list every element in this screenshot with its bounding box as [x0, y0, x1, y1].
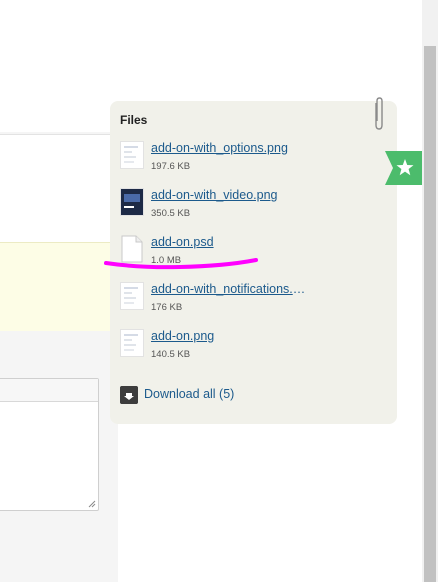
file-item: add-on-with_options.png 197.6 KB	[120, 141, 390, 181]
right-gutter	[397, 0, 422, 582]
file-item: add-on-with_video.png 350.5 KB	[120, 188, 390, 228]
textarea-toolbar	[0, 379, 98, 402]
image-thumbnail[interactable]	[120, 141, 144, 169]
file-item: add-on-with_notifications.png 176 KB	[120, 282, 390, 322]
star-icon[interactable]	[385, 151, 422, 185]
file-size: 350.5 KB	[151, 208, 191, 219]
files-title: Files	[120, 113, 148, 127]
file-link[interactable]: add-on-with_video.png	[151, 188, 277, 202]
video-thumbnail[interactable]	[120, 188, 144, 216]
comment-textarea[interactable]	[0, 378, 99, 511]
file-link[interactable]: add-on.png	[151, 329, 214, 343]
image-thumbnail[interactable]	[120, 329, 144, 357]
file-link[interactable]: add-on-with_notifications.png	[151, 282, 306, 296]
image-thumbnail[interactable]	[120, 282, 144, 310]
annotation-underline	[104, 258, 258, 270]
file-link[interactable]: add-on-with_options.png	[151, 141, 288, 155]
scrollbar-thumb[interactable]	[424, 46, 436, 582]
file-link[interactable]: add-on.psd	[151, 235, 214, 249]
file-size: 197.6 KB	[151, 161, 191, 172]
resize-grip-icon[interactable]	[88, 500, 96, 508]
file-size: 176 KB	[151, 302, 183, 313]
file-item: add-on.png 140.5 KB	[120, 329, 390, 369]
paperclip-icon	[375, 97, 383, 130]
download-icon	[120, 386, 138, 404]
file-size: 140.5 KB	[151, 349, 191, 360]
download-all-label: Download all (5)	[144, 387, 235, 401]
